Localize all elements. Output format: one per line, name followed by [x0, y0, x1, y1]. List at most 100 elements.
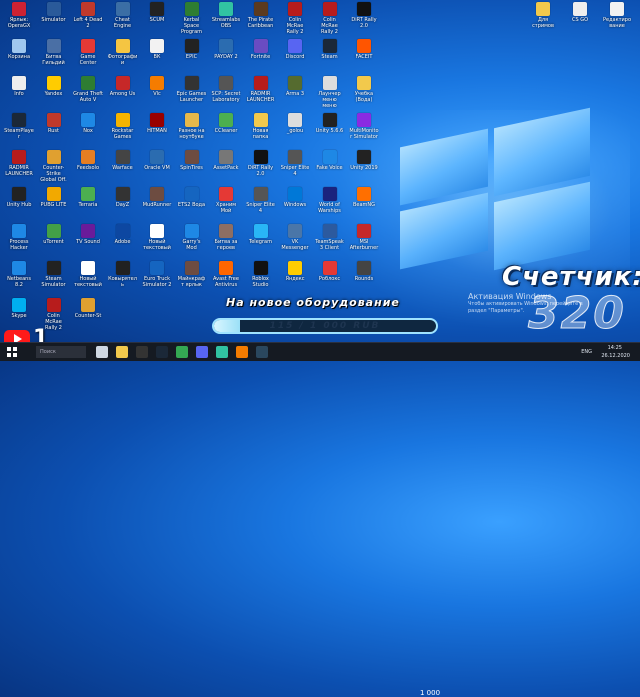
desktop-icon[interactable]: Unity Hub: [4, 187, 34, 225]
desktop-icon[interactable]: Counter-Strike Global Off.: [39, 150, 69, 188]
desktop-icon[interactable]: Фотографии: [108, 39, 138, 77]
desktop-icon[interactable]: PAYDAY 2: [211, 39, 241, 77]
desktop-icon[interactable]: Rockstar Games: [108, 113, 138, 151]
desktop-icon[interactable]: EPIC: [177, 39, 207, 77]
desktop-icon[interactable]: Rounds: [349, 261, 379, 299]
desktop-icon[interactable]: Sniper Elite 4: [246, 187, 276, 225]
task-view-icon[interactable]: [96, 346, 108, 358]
desktop-icon[interactable]: Учебка (Вода): [349, 76, 379, 114]
desktop-icon[interactable]: _golou: [280, 113, 310, 151]
desktop-icon[interactable]: Лаунчер меню меню: [315, 76, 345, 114]
desktop-icon[interactable]: MultiMonitor Simulator: [349, 113, 379, 151]
desktop-icon[interactable]: SCUM: [142, 2, 172, 40]
desktop-icon[interactable]: World of Warships: [315, 187, 345, 225]
desktop-icon[interactable]: CCleaner: [211, 113, 241, 151]
desktop-icon[interactable]: Telegram: [246, 224, 276, 262]
desktop-icon[interactable]: Fortnite: [246, 39, 276, 77]
desktop-icon[interactable]: Oracle VM: [142, 150, 172, 188]
language-indicator[interactable]: ENG: [581, 349, 592, 355]
desktop-icon[interactable]: Netbeans 8.2: [4, 261, 34, 299]
desktop-icon[interactable]: Discord: [280, 39, 310, 77]
chrome-icon[interactable]: [176, 346, 188, 358]
desktop-icon[interactable]: SpinTires: [177, 150, 207, 188]
epic-icon[interactable]: [136, 346, 148, 358]
desktop-icon[interactable]: Unity 5.6.6: [315, 113, 345, 151]
desktop-icon[interactable]: Yandex: [39, 76, 69, 114]
desktop-icon[interactable]: Rust: [39, 113, 69, 151]
desktop-icon[interactable]: Roblox Studio: [246, 261, 276, 299]
desktop-icon[interactable]: Epic Games Launcher: [177, 76, 207, 114]
discord-icon[interactable]: [196, 346, 208, 358]
desktop-icon[interactable]: Корзина: [4, 39, 34, 77]
desktop-icon[interactable]: Colin McRae Rally 2: [280, 2, 310, 40]
steam-icon[interactable]: [156, 346, 168, 358]
desktop-icon[interactable]: Fake Voice: [315, 150, 345, 188]
desktop-icon[interactable]: Vlc: [142, 76, 172, 114]
desktop-icon[interactable]: Роблокс: [315, 261, 345, 299]
clock-date[interactable]: 26.12.2020: [601, 353, 630, 359]
desktop-icon[interactable]: Windows: [280, 187, 310, 225]
desktop-icon[interactable]: TeamSpeak 3 Client: [315, 224, 345, 262]
clock-time[interactable]: 14:25: [608, 345, 622, 351]
desktop-icon[interactable]: Warface: [108, 150, 138, 188]
desktop-icon[interactable]: DiRT Rally 2.0: [349, 2, 379, 40]
desktop-icon[interactable]: Process Hacker: [4, 224, 34, 262]
desktop-icon[interactable]: Simulator: [39, 2, 69, 40]
desktop-icon[interactable]: Sniper Elite 4: [280, 150, 310, 188]
desktop-icon[interactable]: SteamPlayer: [4, 113, 34, 151]
desktop-icon[interactable]: The Pirate Caribbean: [246, 2, 276, 40]
desktop-icon[interactable]: MudRunner: [142, 187, 172, 225]
desktop-icon[interactable]: AssetPack: [211, 150, 241, 188]
desktop-icon[interactable]: SCP: Secret Laboratory: [211, 76, 241, 114]
desktop-icon[interactable]: Разное на ноутбуке: [177, 113, 207, 151]
desktop-icon[interactable]: DiRT Rally 2.0: [246, 150, 276, 188]
desktop-icon[interactable]: Битва за героев: [211, 224, 241, 262]
desktop-icon[interactable]: Cheat Engine: [108, 2, 138, 40]
desktop-icon[interactable]: Для стримов: [528, 2, 558, 40]
desktop-icon[interactable]: Left 4 Dead 2: [73, 2, 103, 40]
desktop-icon[interactable]: Streamlabs OBS: [211, 2, 241, 40]
desktop-icon[interactable]: Info: [4, 76, 34, 114]
desktop-icon[interactable]: ВК: [142, 39, 172, 77]
start-button[interactable]: [6, 346, 18, 358]
taskbar-search[interactable]: Поиск: [36, 346, 86, 358]
desktop-icon[interactable]: Храним Мой: [211, 187, 241, 225]
desktop-icon[interactable]: Colin McRae Rally 2: [315, 2, 345, 40]
desktop-icon[interactable]: Новая папка: [246, 113, 276, 151]
vlc-icon[interactable]: [236, 346, 248, 358]
desktop-icon[interactable]: FACEIT: [349, 39, 379, 77]
desktop-icon[interactable]: Ярлык: OperaGX: [4, 2, 34, 40]
desktop-icon[interactable]: uTorrent: [39, 224, 69, 262]
desktop-icon[interactable]: Garry's Mod: [177, 224, 207, 262]
desktop-icon[interactable]: Adobe: [108, 224, 138, 262]
desktop-icon[interactable]: RADMIR LAUNCHER: [246, 76, 276, 114]
desktop-icon[interactable]: Game Center: [73, 39, 103, 77]
desktop-icon[interactable]: HITMAN: [142, 113, 172, 151]
desktop-icon[interactable]: Arma 3: [280, 76, 310, 114]
desktop-icon[interactable]: BeamNG: [349, 187, 379, 225]
desktop-icon[interactable]: Grand Theft Auto V: [73, 76, 103, 114]
desktop-icon[interactable]: PUBG LITE: [39, 187, 69, 225]
desktop-icon[interactable]: CS GO: [565, 2, 595, 40]
desktop-icon[interactable]: DayZ: [108, 187, 138, 225]
desktop-icon[interactable]: Feedsolo: [73, 150, 103, 188]
desktop-icon[interactable]: Unity 2019: [349, 150, 379, 188]
desktop-icon[interactable]: Terraria: [73, 187, 103, 225]
desktop-icon[interactable]: Новый текстовый: [142, 224, 172, 262]
steam-icon-2[interactable]: [256, 346, 268, 358]
desktop-icon[interactable]: ETS2 Вода: [177, 187, 207, 225]
desktop-icon[interactable]: Counter-St: [73, 298, 103, 336]
desktop-icon[interactable]: Яндекс: [280, 261, 310, 299]
desktop-icon[interactable]: Майнкрафт ярлык: [177, 261, 207, 299]
desktop-icon[interactable]: Редактирование: [602, 2, 632, 40]
desktop-icon[interactable]: Битва Гильдий: [39, 39, 69, 77]
desktop-icon[interactable]: Among Us: [108, 76, 138, 114]
desktop-icon[interactable]: Steam Simulator: [39, 261, 69, 299]
explorer-icon[interactable]: [116, 346, 128, 358]
desktop-icon[interactable]: TV Sound: [73, 224, 103, 262]
desktop-icon[interactable]: Avast Free Antivirus: [211, 261, 241, 299]
desktop-icon[interactable]: Ковырятель: [108, 261, 138, 299]
desktop-icon[interactable]: Euro Truck Simulator 2: [142, 261, 172, 299]
desktop-icon[interactable]: Новый текстовый: [73, 261, 103, 299]
desktop-icon[interactable]: Steam: [315, 39, 345, 77]
